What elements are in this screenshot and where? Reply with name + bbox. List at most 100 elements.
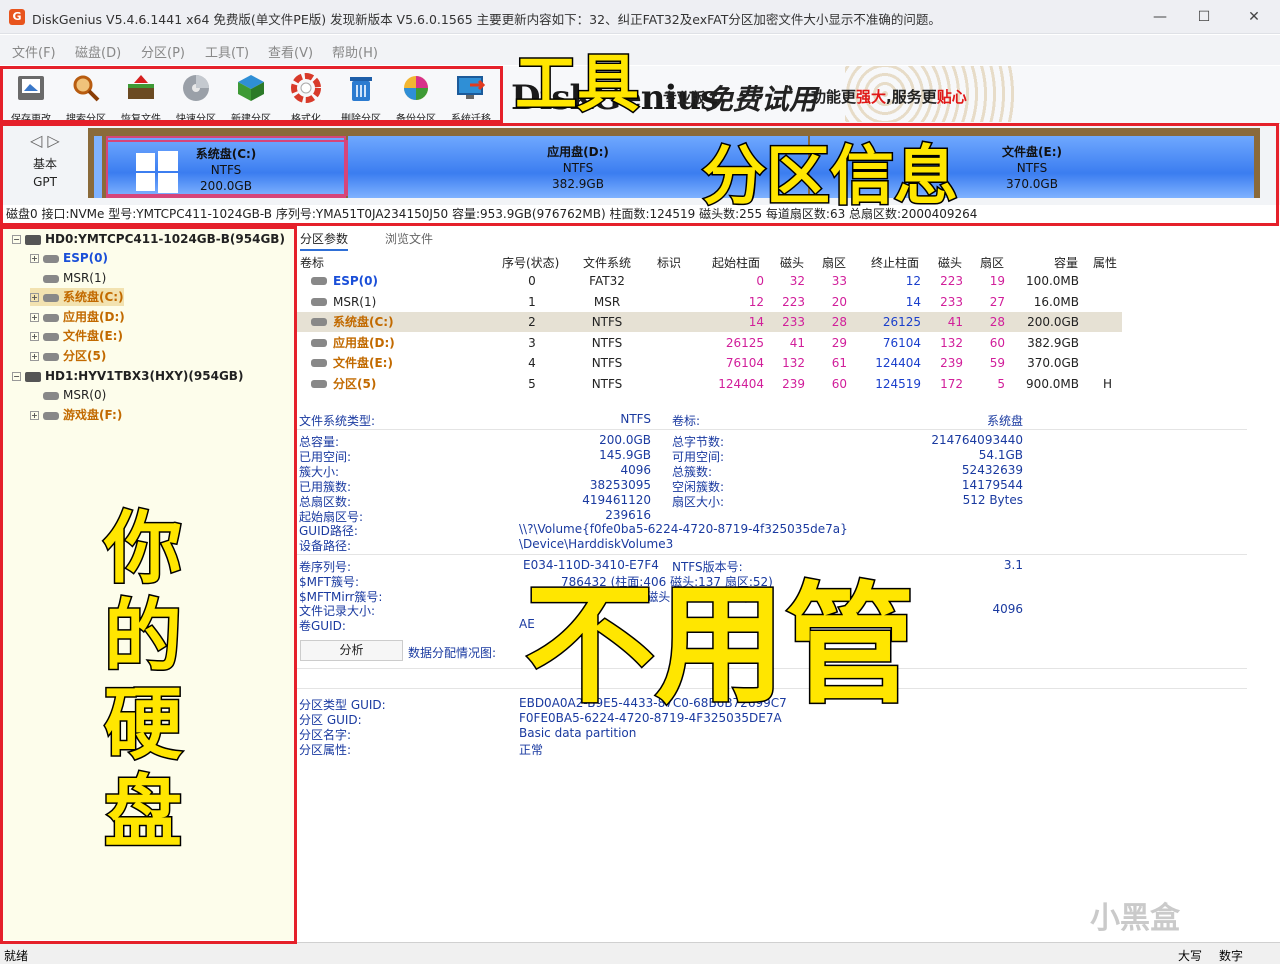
tree-item-hd1[interactable]: − HD1:HYV1TBX3(HXY)(954GB) — [12, 367, 243, 385]
col-header-end-sec[interactable]: 扇区 — [980, 254, 1004, 271]
tree-item-game-f[interactable]: + 游戏盘(F:) — [30, 406, 122, 424]
cell-end-head: 132 — [940, 335, 963, 350]
menu-file[interactable]: 文件(F) — [12, 42, 56, 61]
new-partition-button[interactable]: 新建分区 — [225, 70, 277, 125]
cell-attr: H — [1102, 376, 1112, 391]
expand-icon[interactable]: + — [30, 352, 39, 361]
col-header-end-cyl[interactable]: 终止柱面 — [871, 254, 919, 271]
detail-value: Basic data partition — [519, 726, 637, 740]
menu-partition[interactable]: 分区(P) — [141, 42, 185, 61]
disk-map-bar: ◁ ▷ 基本 GPT 系统盘(C:) NTFS 200.0GB 应用盘(D:) N… — [0, 125, 1280, 205]
cell-end-head: 223 — [940, 274, 963, 288]
format-icon — [291, 73, 321, 103]
format-button[interactable]: 格式化 — [280, 70, 332, 125]
tree-item-file-e[interactable]: + 文件盘(E:) — [30, 327, 123, 345]
search-partition-button[interactable]: 搜索分区 — [60, 70, 112, 125]
volume-icon — [43, 391, 59, 400]
delete-partition-button[interactable]: 删除分区 — [335, 70, 387, 125]
tree-item-partition-5[interactable]: + 分区(5) — [30, 347, 106, 365]
maximize-button[interactable]: ☐ — [1193, 6, 1215, 28]
col-header-id[interactable]: 标识 — [657, 254, 681, 271]
table-row[interactable]: ESP(0) 0 FAT32 0 32 33 12 223 19 100.0MB — [297, 271, 1122, 291]
tool-label: 新建分区 — [231, 114, 271, 125]
expand-icon[interactable]: + — [30, 411, 39, 420]
status-num: 数字 — [1219, 949, 1244, 963]
quick-partition-button[interactable]: 快速分区 — [170, 70, 222, 125]
tab-browse-files[interactable]: 浏览文件 — [385, 230, 433, 247]
divider — [297, 554, 1247, 555]
close-button[interactable]: ✕ — [1243, 6, 1265, 28]
menu-disk[interactable]: 磁盘(D) — [75, 42, 121, 61]
col-header-start-sec[interactable]: 扇区 — [822, 254, 846, 271]
expand-icon[interactable]: + — [30, 254, 39, 263]
tree-item-msr[interactable]: MSR(1) — [43, 269, 106, 287]
col-header-end-head[interactable]: 磁头 — [938, 254, 962, 271]
banner-free-trial: 免费试用 — [705, 83, 818, 116]
cell-end-cyl: 76104 — [882, 335, 921, 350]
table-row[interactable]: MSR(1) 1 MSR 12 223 20 14 233 27 16.0MB — [297, 292, 1122, 312]
system-migration-button[interactable]: 系统迁移 — [445, 70, 497, 125]
detail-value: NTFS — [620, 412, 651, 426]
save-changes-button[interactable]: 保存更改 — [5, 70, 57, 125]
cell-start-cyl: 0 — [756, 274, 764, 288]
cell-fs: NTFS — [591, 376, 623, 391]
cell-start-head: 233 — [782, 315, 805, 329]
detail-value: 4096 — [992, 602, 1023, 616]
col-header-capacity[interactable]: 容量 — [1054, 254, 1078, 271]
tree-item-esp[interactable]: + ESP(0) — [30, 249, 108, 267]
menu-help[interactable]: 帮助(H) — [332, 42, 378, 61]
disk-nav-arrows[interactable]: ◁ ▷ — [30, 131, 60, 150]
col-header-start-head[interactable]: 磁头 — [780, 254, 804, 271]
detail-value: 3.1 — [1003, 558, 1023, 572]
collapse-icon[interactable]: − — [12, 235, 21, 244]
app-icon: G — [9, 9, 25, 25]
annotation-partition-info: 分区信息 — [701, 140, 960, 214]
status-bar: 就绪 大写 数字 — [0, 942, 1280, 964]
expand-icon[interactable]: + — [30, 313, 39, 322]
col-header-fs[interactable]: 文件系统 — [583, 254, 631, 271]
volume-icon — [43, 293, 59, 302]
tree-item-app-d[interactable]: + 应用盘(D:) — [30, 308, 125, 326]
status-caps: 大写 — [1178, 949, 1203, 963]
col-header-start-cyl[interactable]: 起始柱面 — [712, 254, 760, 271]
tool-label: 系统迁移 — [451, 114, 491, 125]
tree-item-system-c[interactable]: + 系统盘(C:) — [30, 288, 124, 306]
detail-value: 512 Bytes — [962, 493, 1023, 507]
cell-start-head: 41 — [789, 335, 805, 350]
table-row[interactable]: 应用盘(D:) 3 NTFS 26125 41 29 76104 132 60 382.9GB — [297, 333, 1122, 353]
analyze-button[interactable]: 分析 — [300, 640, 403, 661]
cell-capacity: 200.0GB — [1027, 315, 1079, 329]
migrate-icon — [457, 76, 486, 99]
table-row[interactable]: 分区(5) 5 NTFS 124404 239 60 124519 172 5 900.0MB H — [297, 374, 1122, 394]
divider — [297, 429, 1247, 430]
tool-label: 搜索分区 — [66, 114, 106, 125]
collapse-icon[interactable]: − — [12, 372, 21, 381]
cell-index: 2 — [528, 315, 536, 329]
cell-start-cyl: 26125 — [725, 335, 764, 350]
menu-tools[interactable]: 工具(T) — [205, 42, 249, 61]
tab-partition-params[interactable]: 分区参数 — [300, 230, 349, 251]
minimize-button[interactable]: — — [1149, 6, 1171, 28]
cell-start-cyl: 124404 — [718, 376, 764, 391]
partition-block-c[interactable]: 系统盘(C:) NTFS 200.0GB — [106, 136, 346, 198]
volume-icon — [311, 359, 327, 367]
col-header-index[interactable]: 序号(状态) — [502, 254, 559, 271]
expand-icon[interactable]: + — [30, 332, 39, 341]
col-header-label[interactable]: 卷标 — [300, 254, 324, 271]
recover-files-button[interactable]: 恢复文件 — [115, 70, 167, 125]
table-row[interactable]: 文件盘(E:) 4 NTFS 76104 132 61 124404 239 59 370.0GB — [297, 353, 1122, 373]
cell-start-sec: 33 — [831, 274, 847, 288]
detail-value: \Device\HarddiskVolume3 — [519, 537, 674, 551]
col-header-attr[interactable]: 属性 — [1093, 254, 1117, 271]
expand-icon[interactable]: + — [30, 293, 39, 302]
cell-label: 分区(5) — [333, 376, 377, 391]
menu-view[interactable]: 查看(V) — [268, 42, 313, 61]
tool-label: 格式化 — [291, 114, 321, 125]
detail-value: 145.9GB — [599, 448, 651, 462]
backup-partition-button[interactable]: 备份分区 — [390, 70, 442, 125]
windows-logo-icon — [136, 151, 178, 193]
tree-item-msr0[interactable]: MSR(0) — [43, 386, 106, 404]
tree-item-hd0[interactable]: − HD0:YMTCPC411-1024GB-B(954GB) — [12, 230, 285, 248]
small-partition[interactable] — [94, 136, 102, 198]
table-row[interactable]: 系统盘(C:) 2 NTFS 14 233 28 26125 41 28 200.0GB — [297, 312, 1122, 332]
